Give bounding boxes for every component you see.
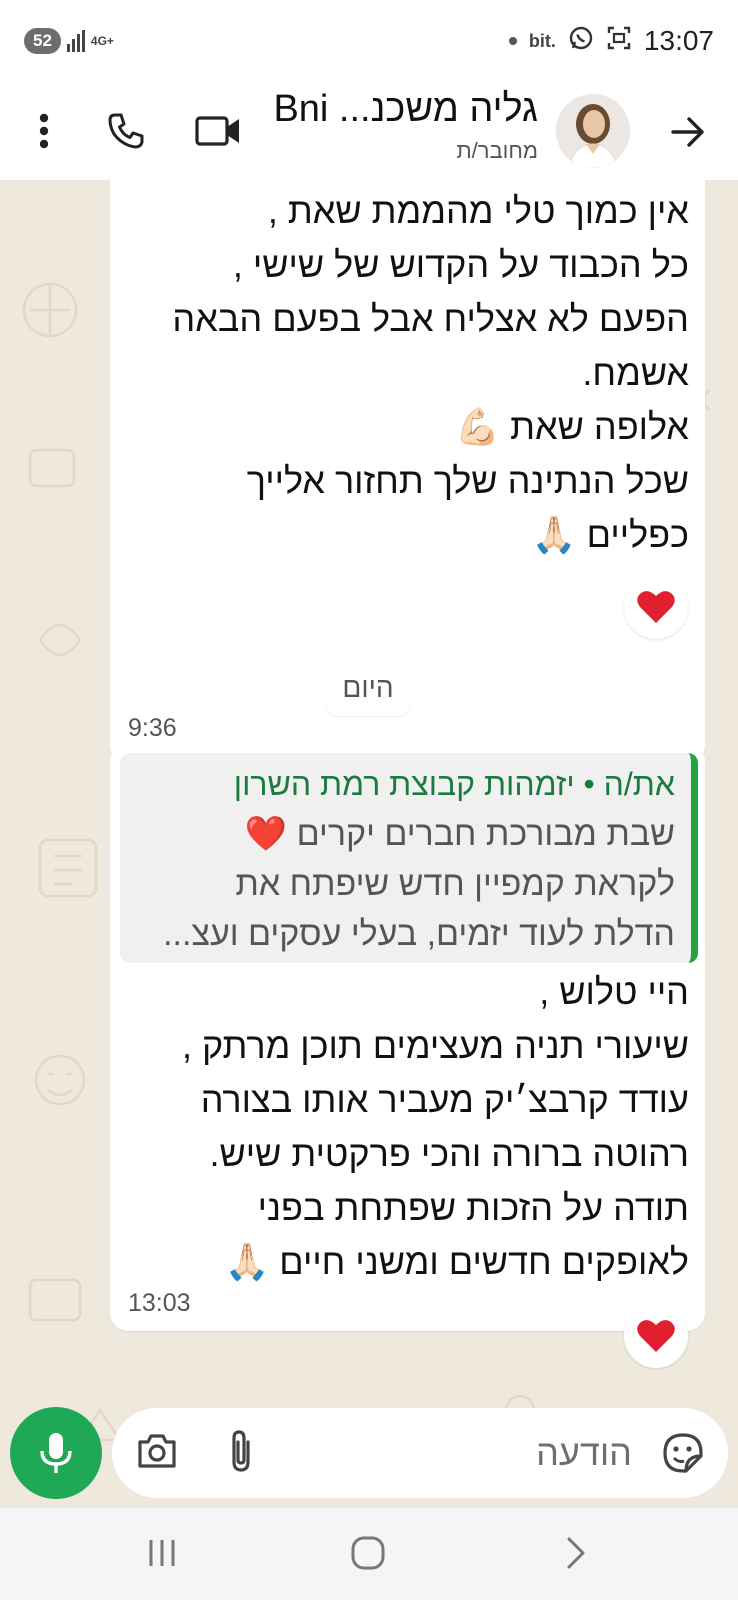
quote-line: שבת מבורכת חברים יקרים ❤️ [244,815,675,853]
status-bar: 52 4G+ bit. 13:07 [0,0,738,82]
message-line: שיעורי תניה מעצימים תוכן מרתק , [182,1025,689,1066]
message-composer [112,1408,728,1498]
microphone-icon [40,1433,72,1473]
quote-line: הדלת לעוד יזמים, בעלי עסקים ועצ... [163,915,675,953]
signal-icon [66,30,85,52]
network-type: 4G+ [90,34,114,48]
home-icon[interactable] [338,1528,398,1578]
quote-author: את/ה • יזמהות קבוצת רמת השרון [233,766,675,802]
heart-icon [637,591,675,623]
recent-apps-icon[interactable] [132,1528,192,1578]
message-line: עודד קרבצ׳יק מעביר אותו בצורה [200,1079,689,1120]
status-right: bit. 13:07 [508,25,714,58]
message-line: תודה על הזכות שפתחת בפני [257,1187,689,1228]
dot-icon [508,37,517,45]
message-line: רהוטה ברורה והכי פרקטית שיש. [209,1133,690,1174]
bit-app-label: bit. [528,30,556,51]
screenshot-icon [606,25,632,58]
message-text: אין כמוך טלי מהממת שאת , כל הכבוד על הקד… [119,184,689,562]
message-line: אלופה שאת 💪🏻 [455,406,689,447]
chat-header: גליה משכנ... Bni מחובר/ת [0,82,738,180]
camera-icon[interactable] [136,1432,180,1474]
paperclip-icon[interactable] [226,1428,260,1478]
heart-reaction[interactable] [624,1304,688,1368]
chat-status: מחובר/ת [456,138,538,163]
whatsapp-icon [568,25,594,58]
sticker-icon[interactable] [662,1432,706,1476]
message-line: הפעם לא אצליח אבל בפעם הבאה [172,298,689,339]
chat-area[interactable]: אין כמוך טלי מהממת שאת , כל הכבוד על הקד… [0,180,738,1508]
system-nav-bar [0,1508,738,1600]
message-time: 13:03 [128,1289,191,1317]
message-text: היי טלוש , שיעורי תניה מעצימים תוכן מרתק… [119,965,689,1289]
message-input[interactable] [372,1428,632,1478]
message-line: שכל הנתינה שלך תחזור אלייך [246,460,689,501]
message-bubble[interactable]: את/ה • יזמהות קבוצת רמת השרון שבת מבורכת… [110,743,705,1331]
status-left: 52 4G+ [24,28,114,54]
quote-line: לקראת קמפיין חדש שיפתח את [235,865,675,903]
quoted-message[interactable]: את/ה • יזמהות קבוצת רמת השרון שבת מבורכת… [120,753,698,963]
chat-title[interactable]: גליה משכנ... Bni [273,88,538,131]
message-line: אשמח. [582,352,689,393]
message-time: 9:36 [128,714,177,742]
message-line: כפליים 🙏🏻 [531,514,689,555]
video-camera-icon[interactable] [190,104,246,158]
message-line: כל הכבוד על הקדוש של שישי , [232,244,689,285]
notification-count-badge: 52 [24,28,61,54]
back-nav-icon[interactable] [546,1528,606,1578]
more-vertical-icon[interactable] [24,104,64,158]
phone-icon[interactable] [100,104,152,158]
heart-reaction[interactable] [624,575,688,639]
date-separator: היום [325,660,411,716]
arrow-right-icon[interactable] [664,108,712,156]
message-line: אין כמוך טלי מהממת שאת , [267,190,689,231]
clock: 13:07 [643,25,714,56]
heart-icon [637,1320,675,1352]
message-line: היי טלוש , [539,971,689,1012]
voice-message-button[interactable] [10,1407,102,1499]
avatar[interactable] [556,94,630,168]
message-line: לאופקים חדשים ומשני חיים 🙏🏻 [224,1241,689,1282]
